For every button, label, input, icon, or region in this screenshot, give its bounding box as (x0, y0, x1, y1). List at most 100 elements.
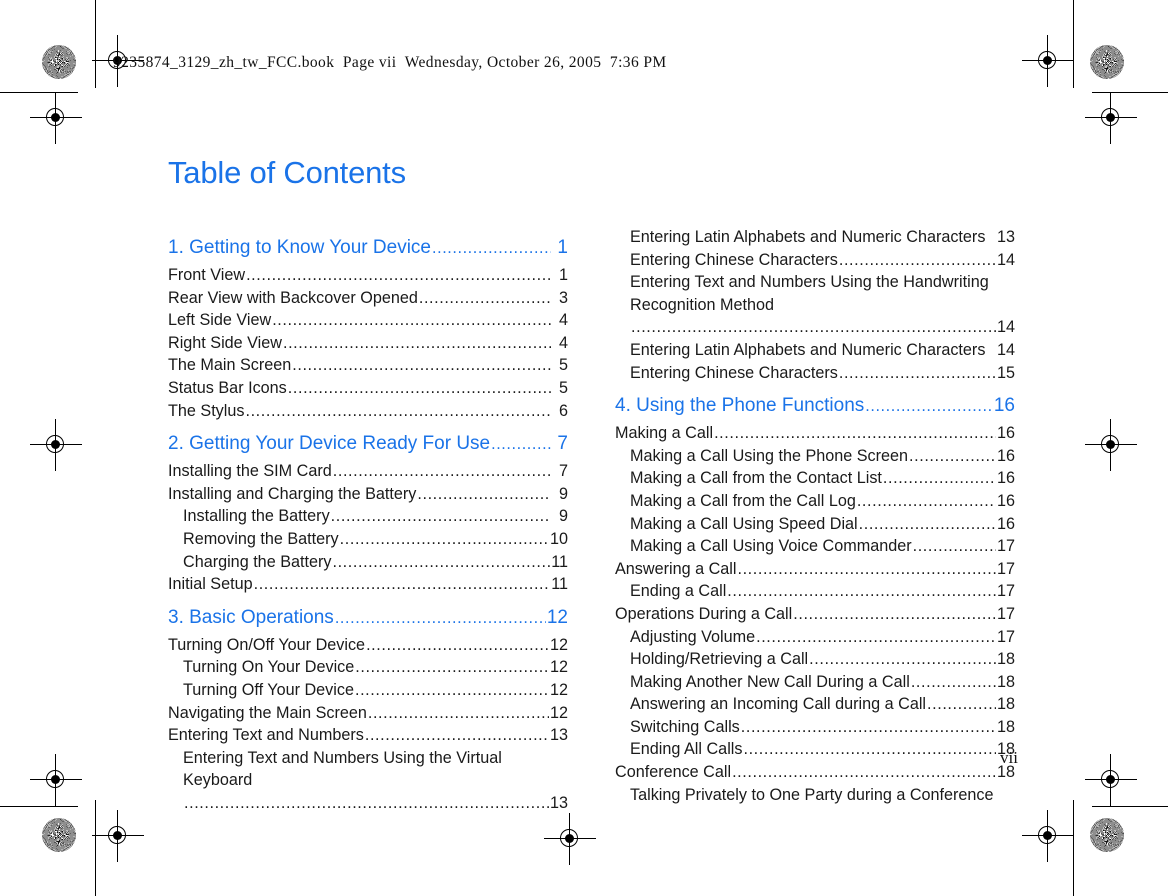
toc-section-entry[interactable]: 2. Getting Your Device Ready For Use....… (168, 428, 568, 460)
toc-entry-label: Making a Call Using the Phone Screen (630, 446, 909, 465)
toc-leader-dots: ........................................… (838, 363, 996, 382)
toc-entry-continued[interactable]: Talking Privately to One Party during a … (615, 784, 1015, 807)
toc-entry-wrapped[interactable]: Entering Text and Numbers Using the Virt… (168, 747, 568, 815)
toc-entry-label: Making a Call Using Speed Dial (630, 514, 858, 533)
toc-entry[interactable]: Entering Latin Alphabets and Numeric Cha… (615, 339, 1015, 362)
toc-section-entry[interactable]: 4. Using the Phone Functions ...........… (615, 390, 1015, 422)
toc-entry[interactable]: The Stylus .............................… (168, 400, 568, 423)
toc-leader-dots: ........................................… (432, 239, 551, 257)
toc-entry[interactable]: Charging the Battery ...................… (168, 551, 568, 574)
toc-page-number: 12 (546, 606, 568, 628)
registration-bullseye (1085, 92, 1137, 144)
toc-entry-label: Entering Text and Numbers (168, 726, 364, 745)
toc-page-number: 7 (558, 462, 568, 481)
toc-entry[interactable]: Making a Call Using Voice Commander.....… (615, 535, 1015, 558)
toc-leader-dots: ........................................… (756, 627, 996, 646)
toc-page-number: 18 (996, 717, 1015, 736)
toc-entry[interactable]: Turning On/Off Your Device..............… (168, 634, 568, 657)
toc-entry[interactable]: Installing the SIM Card.................… (168, 460, 568, 483)
toc-entry[interactable]: Answering an Incoming Call during a Call… (615, 693, 1015, 716)
toc-entry-wrapped[interactable]: Entering Text and Numbers Using the Hand… (615, 271, 1015, 339)
toc-page-number: 12 (549, 635, 568, 654)
toc-page-number: 12 (549, 658, 568, 677)
toc-entry[interactable]: Left Side View..........................… (168, 309, 568, 332)
toc-entry[interactable]: Turning Off Your Device.................… (168, 679, 568, 702)
toc-leader-dots: ........................................… (838, 250, 996, 269)
toc-entry[interactable]: Status Bar Icons........................… (168, 377, 568, 400)
toc-entry[interactable]: Ending a Call ..........................… (615, 580, 1015, 603)
toc-entry[interactable]: Entering Chinese Characters ............… (615, 249, 1015, 272)
toc-leader-dots: ........................................… (910, 672, 996, 691)
toc-entry[interactable]: Initial Setup ..........................… (168, 573, 568, 596)
toc-entry[interactable]: Conference Call ........................… (615, 761, 1015, 784)
toc-leader-dots: ........................................… (246, 266, 551, 284)
toc-entry[interactable]: Front View..............................… (168, 264, 568, 287)
toc-entry-label: Entering Latin Alphabets and Numeric Cha… (630, 228, 986, 246)
toc-entry[interactable]: Installing the Battery..................… (168, 505, 568, 528)
toc-entry[interactable]: Installing and Charging the Battery.....… (168, 483, 568, 506)
toc-leader-dots: ........................................… (732, 763, 996, 782)
toc-page-number: 12 (549, 680, 568, 699)
toc-entry[interactable]: Making a Call Using the Phone Screen....… (615, 445, 1015, 468)
toc-entry-label: Entering Text and Numbers Using the Hand… (630, 273, 989, 314)
toc-entry-label: Status Bar Icons (168, 378, 287, 397)
toc-entry[interactable]: Switching Calls ........................… (615, 716, 1015, 739)
toc-entry-label: Entering Chinese Characters (630, 250, 838, 269)
toc-entry[interactable]: Answering a Call .......................… (615, 558, 1015, 581)
toc-entry-label: Right Side View (168, 333, 282, 352)
toc-section-entry[interactable]: 3. Basic Operations ....................… (168, 602, 568, 634)
toc-leader-dots: ........................................… (740, 717, 996, 736)
toc-leader-dots: ........................................… (184, 793, 549, 812)
toc-leader-dots: ........................................… (355, 658, 549, 677)
toc-entry[interactable]: Entering Latin Alphabets and Numeric Cha… (615, 226, 1015, 249)
toc-page-number: 17 (996, 537, 1015, 556)
toc-leader-dots: ........................................… (292, 356, 551, 375)
toc-leader-dots: ........................................… (743, 740, 996, 759)
toc-page-number: 17 (996, 559, 1015, 578)
toc-entry[interactable]: Entering Text and Numbers ..............… (168, 724, 568, 747)
toc-entry[interactable]: Removing the Battery....................… (168, 528, 568, 551)
toc-page-number: 5 (558, 378, 568, 397)
toc-leader-dots: ........................................… (253, 575, 551, 594)
toc-entry-label: Removing the Battery (183, 529, 339, 548)
toc-entry[interactable]: The Main Screen.........................… (168, 354, 568, 377)
page-number: vii (1000, 748, 1018, 767)
toc-entry-leader: ........................................… (183, 792, 568, 815)
toc-entry[interactable]: Making a Call from the Contact List.....… (615, 467, 1015, 490)
toc-entry[interactable]: Making a Call ..........................… (615, 422, 1015, 445)
toc-leader-dots: ........................................… (727, 582, 996, 601)
toc-entry-label: Navigating the Main Screen (168, 703, 367, 722)
toc-page-number: 18 (996, 672, 1015, 691)
toc-entry[interactable]: Entering Chinese Characters ............… (615, 362, 1015, 385)
toc-entry-leader: ........................................… (630, 316, 1015, 339)
toc-entry[interactable]: Making Another New Call During a Call ..… (615, 671, 1015, 694)
toc-entry[interactable]: Adjusting Volume........................… (615, 626, 1015, 649)
toc-page-number: 9 (558, 507, 568, 526)
toc-entry[interactable]: Making a Call from the Call Log ........… (615, 490, 1015, 513)
toc-leader-dots: ........................................… (417, 484, 551, 503)
toc-page-number: 5 (558, 356, 568, 375)
toc-entry[interactable]: Holding/Retrieving a Call ..............… (615, 648, 1015, 671)
toc-page-number: 1 (557, 237, 568, 258)
toc-entry[interactable]: Making a Call Using Speed Dial .........… (615, 513, 1015, 536)
toc-leader-dots: ........................................… (364, 726, 549, 745)
toc-entry[interactable]: Turning On Your Device..................… (168, 656, 568, 679)
toc-leader-dots: ........................................… (714, 424, 996, 443)
toc-entry[interactable]: Right Side View.........................… (168, 332, 568, 355)
toc-entry[interactable]: Navigating the Main Screen..............… (168, 702, 568, 725)
toc-section-entry[interactable]: 1. Getting to Know Your Device..........… (168, 232, 568, 264)
toc-entry[interactable]: Rear View with Backcover Opened ........… (168, 287, 568, 310)
toc-page-number: 4 (558, 311, 568, 330)
toc-page-number: 17 (996, 604, 1015, 623)
toc-entry-label: The Stylus (168, 401, 245, 420)
toc-page-number: 16 (996, 446, 1015, 465)
toc-entry[interactable]: Operations During a Call................… (615, 603, 1015, 626)
toc-page-number: 11 (551, 552, 568, 571)
toc-entry-label: Charging the Battery (183, 552, 332, 571)
toc-page-number: 13 (996, 228, 1015, 246)
toc-page-number: 12 (549, 703, 568, 722)
toc-page-number: 16 (996, 514, 1015, 533)
toc-leader-dots: ........................................… (909, 446, 996, 465)
toc-leader-dots: ........................................… (332, 552, 551, 571)
toc-entry[interactable]: Ending All Calls .......................… (615, 738, 1015, 761)
